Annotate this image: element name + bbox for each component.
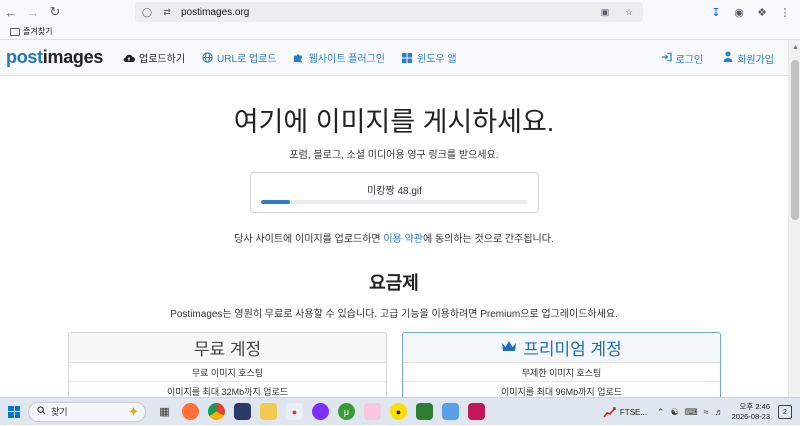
bookmark-star-icon[interactable]: ☆ [621,4,637,20]
scroll-thumb[interactable] [791,60,799,220]
upload-progress-box: 미캉짱 48.gif [250,172,539,213]
media-app-icon[interactable] [234,403,251,420]
notification-icon[interactable]: 2 [778,405,792,419]
user-icon [723,51,733,65]
account-icon[interactable]: ◉ [730,2,748,22]
upload-progress-bar [261,200,528,204]
free-plan-feature: 무료 이미지 호스팅 [69,363,386,382]
nav-website-plugin[interactable]: 웹사이트 플러그인 [293,50,385,65]
paint-icon[interactable]: ● [286,403,303,420]
chrome-icon[interactable] [208,403,225,420]
tray-app-ftse[interactable]: FTSE... [603,406,647,418]
back-icon[interactable]: ← [0,1,22,23]
ime-icon[interactable]: ☯ [671,407,679,418]
globe-icon [201,52,213,64]
nav-windows-app[interactable]: 윈도우 앱 [401,50,457,65]
bookmark-folder-label[interactable]: 즐겨찾기 [23,26,52,37]
search-placeholder: 찾기 [51,407,68,417]
firefox-icon[interactable] [182,403,199,420]
premium-plan-card: 프리미엄 계정 무제한 이미지 호스팅 이미지를 최대 96Mb까지 업로드 [402,332,721,402]
premium-plan-title: 프리미엄 계정 [523,340,622,359]
postimages-logo[interactable]: postimages [6,47,103,68]
hero-subtitle: 포럼, 블로그, 소셜 미디어용 영구 링크를 받으세요. [289,150,499,161]
search-icon [37,406,46,417]
chart-icon [603,406,617,418]
download-icon[interactable]: ↧ [707,2,725,22]
windows-start-icon [8,405,20,418]
main-content: 여기에 이미지를 게시하세요. 포럼, 블로그, 소셜 미디어용 영구 링크를 … [0,76,788,402]
free-plan-card: 무료 계정 무료 이미지 호스팅 이미지를 최대 32Mb까지 업로드 [68,332,387,402]
permissions-icon[interactable]: ⇄ [159,4,175,20]
nav-upload[interactable]: 업로드하기 [123,50,185,65]
menu-icon[interactable]: ⋮ [776,2,794,22]
image-viewer-icon[interactable] [442,403,459,420]
windows-taskbar: 찾기 ✦ ▦ ● μ ● FTSE... ⌃ ☯ ⌨ ≈ ♬ 오후 2:46 2… [0,397,800,425]
free-plan-title: 무료 계정 [69,333,386,363]
hero-title: 여기에 이미지를 게시하세요. [233,107,555,137]
folder-icon [10,27,20,36]
photo-app-icon[interactable] [468,403,485,420]
task-view-icon[interactable]: ▦ [156,403,173,420]
volume-icon[interactable]: ♬ [715,407,724,418]
wifi-icon[interactable]: ≈ [704,407,709,418]
torrent-icon[interactable]: μ [338,403,355,420]
terms-link[interactable]: 이용 약관 [383,234,423,245]
site-header: postimages 업로드하기 URL로 업로드 웹사이트 플러그인 윈도우 … [0,40,788,76]
browser-app-icon[interactable] [312,403,329,420]
address-bar[interactable]: ◯ ⇄ postimages.org ▣ ☆ [135,2,643,22]
puzzle-icon [293,52,305,64]
taskbar-search[interactable]: 찾기 ✦ [28,401,146,422]
upload-filename: 미캉짱 48.gif [367,186,422,197]
chevron-up-icon[interactable]: ⌃ [657,407,665,418]
pricing-title: 요금제 [369,273,419,293]
reader-view-icon[interactable]: ▣ [597,4,613,20]
sparkle-icon: ✦ [128,403,139,419]
taskbar-clock[interactable]: 오후 2:46 2026-08-23 [732,402,770,422]
upload-progress-fill [261,200,291,204]
terms-notice: 당사 사이트에 이미지를 업로드하면 이용 약관에 동의하는 것으로 간주됩니다… [234,234,554,245]
pricing-description: Postimages는 영원히 무료로 사용할 수 있습니다. 고급 기능을 이… [170,309,618,320]
green-app-icon[interactable] [416,403,433,420]
chat-app-icon[interactable]: ● [390,403,407,420]
login-link[interactable]: 로그인 [661,51,703,66]
forward-icon[interactable]: → [22,1,44,23]
scroll-up-icon[interactable]: ▲ [792,44,799,51]
premium-plan-header: 프리미엄 계정 [403,333,720,363]
notes-app-icon[interactable] [364,403,381,420]
crown-icon [501,339,517,357]
page-scrollbar[interactable]: ▲ [788,40,800,397]
shield-icon[interactable]: ◯ [139,4,155,20]
url-text[interactable]: postimages.org [181,7,249,18]
browser-toolbar: ← → ↻ ◯ ⇄ postimages.org ▣ ☆ ↧ ◉ ❖ ⋮ [0,0,800,24]
reload-icon[interactable]: ↻ [44,1,66,23]
file-explorer-icon[interactable] [260,403,277,420]
premium-plan-feature: 무제한 이미지 호스팅 [403,363,720,382]
signup-link[interactable]: 회원가입 [723,51,774,66]
nav-url-upload[interactable]: URL로 업로드 [201,50,277,65]
start-button[interactable] [0,398,28,426]
extensions-icon[interactable]: ❖ [753,2,771,22]
login-icon [661,52,672,65]
bookmarks-bar: 즐겨찾기 [0,24,800,40]
windows-icon [401,52,413,64]
keyboard-icon[interactable]: ⌨ [685,407,698,418]
cloud-upload-icon [123,52,136,64]
